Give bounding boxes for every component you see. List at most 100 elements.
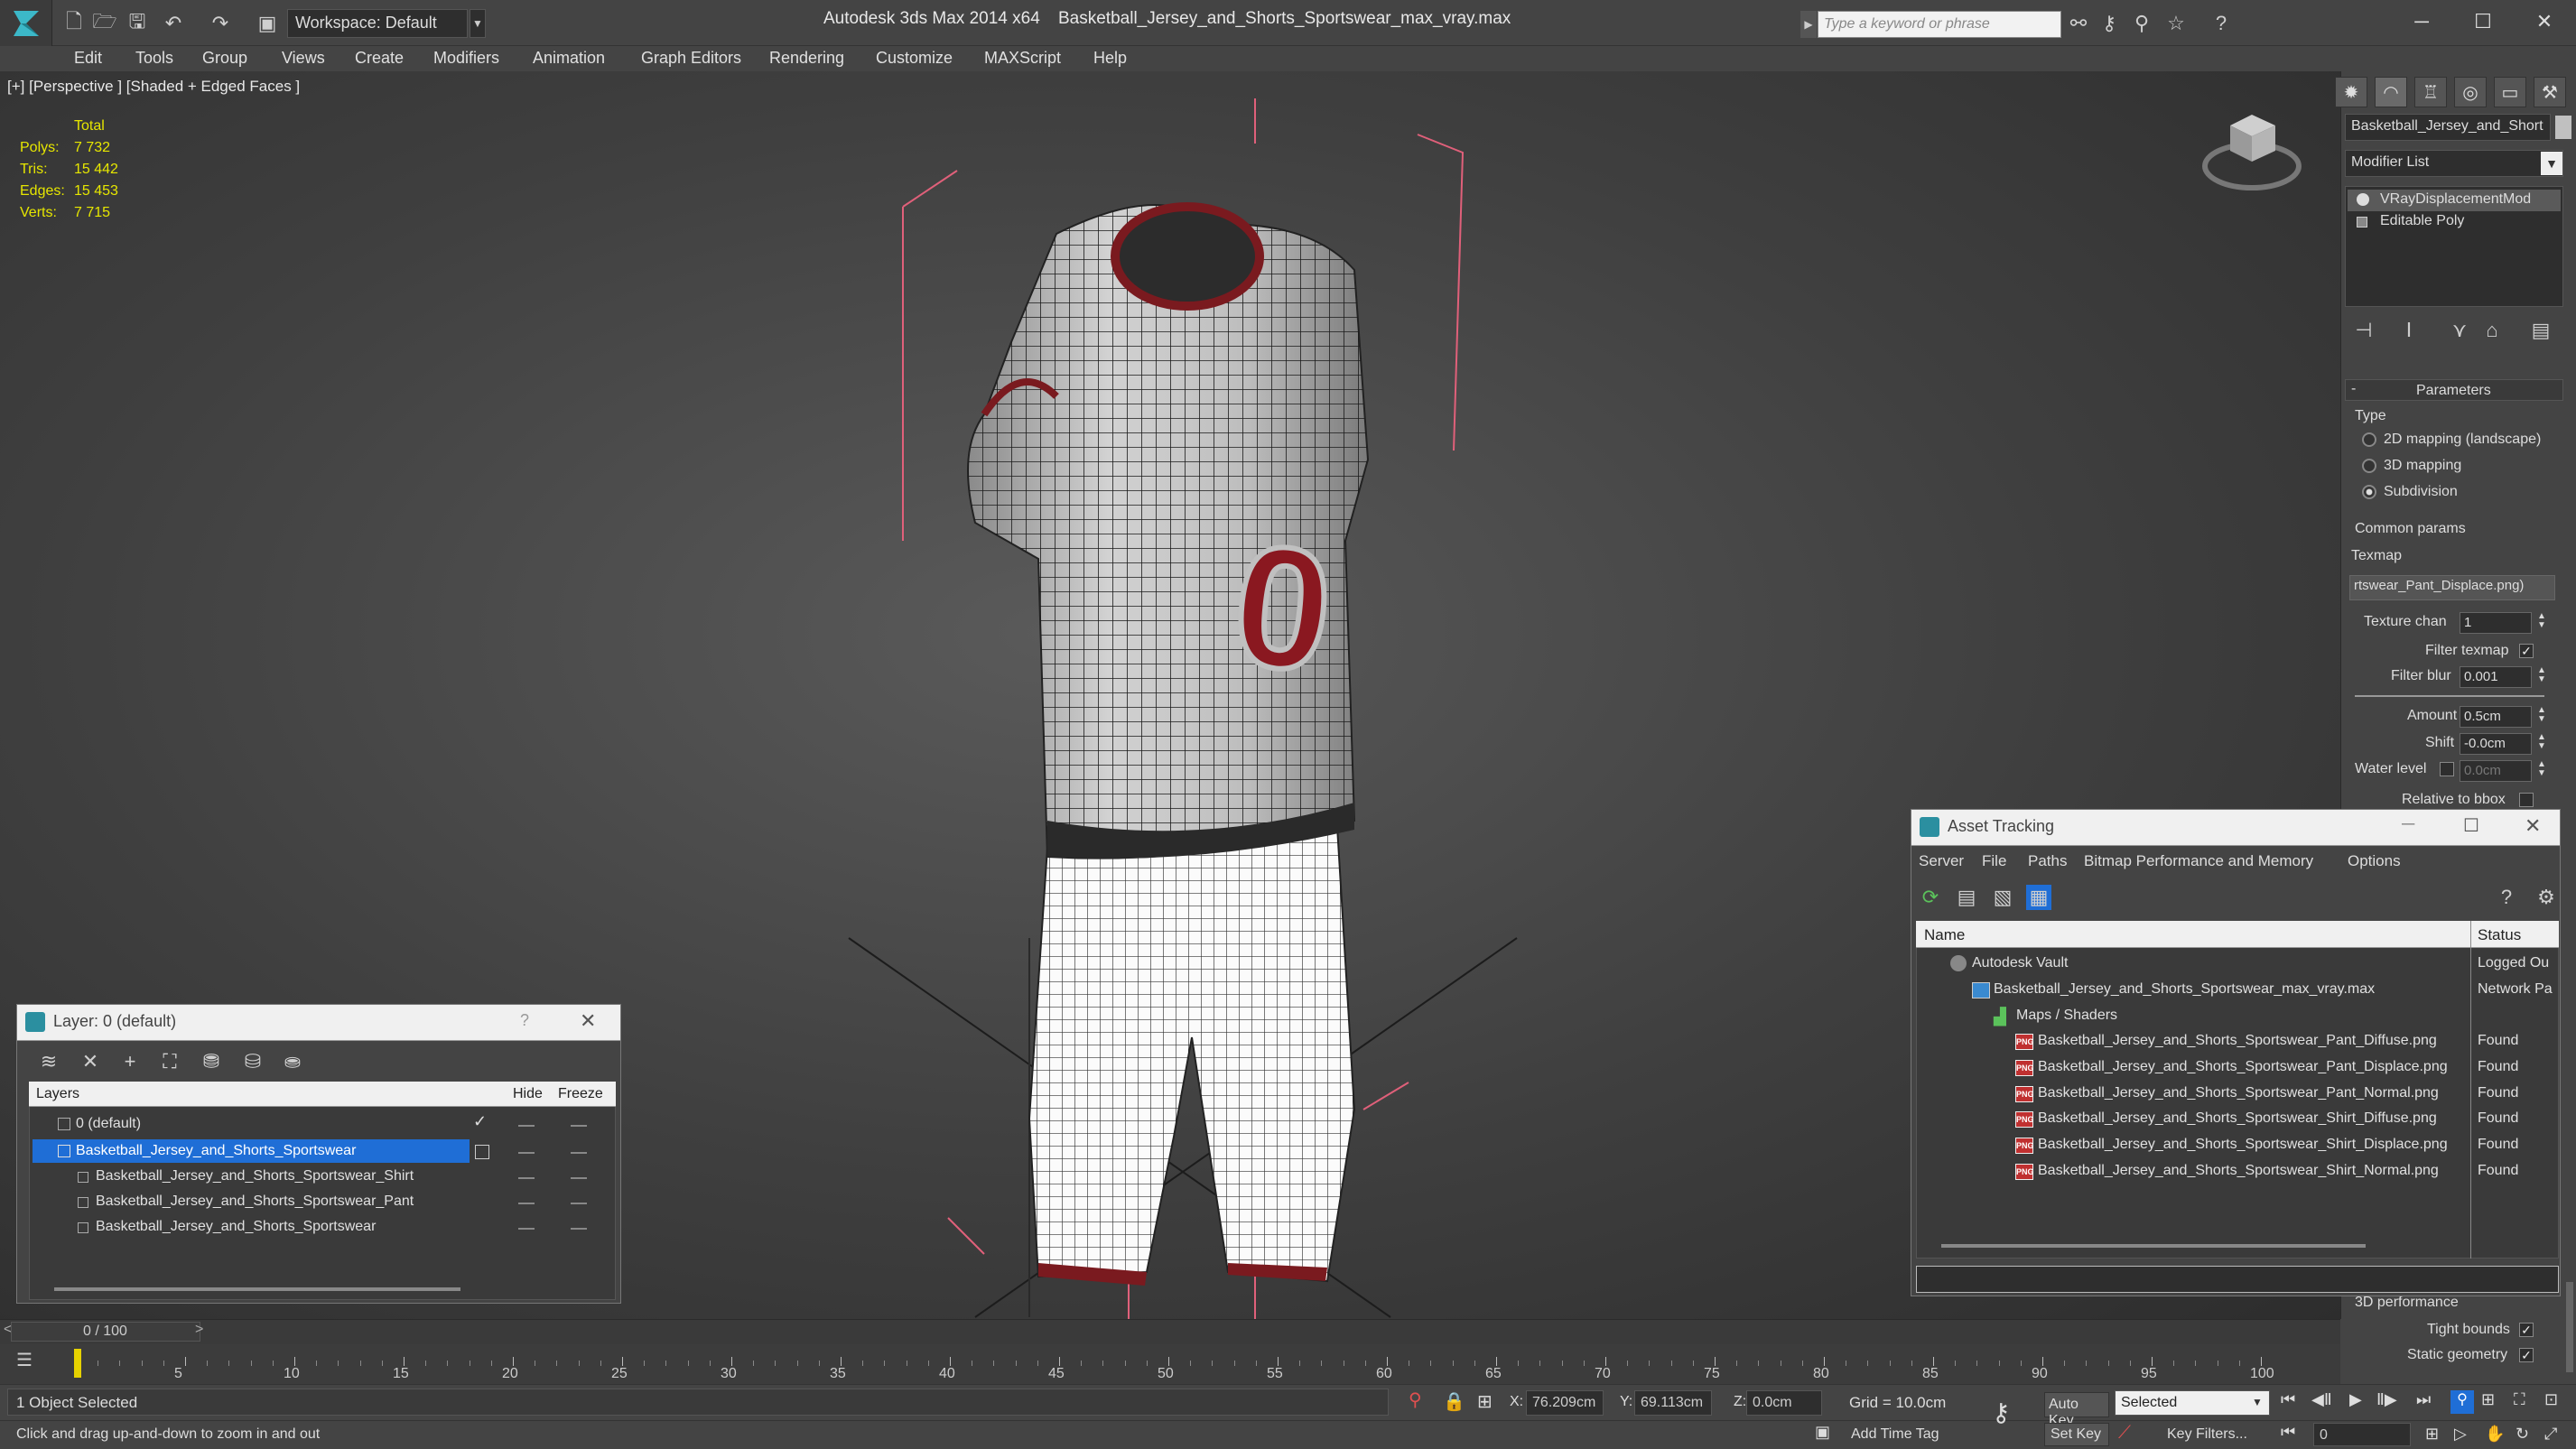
isolate-icon[interactable]: ⚲ [1409,1389,1428,1414]
hide-all-layers-icon[interactable]: ⛁ [240,1049,265,1074]
hide-toggle[interactable] [518,1228,535,1230]
redo-icon[interactable]: ↷ [208,11,233,36]
name-column-header[interactable]: Name [1924,926,1965,944]
key-filters-button[interactable]: Key Filters... [2167,1426,2247,1443]
current-frame-field[interactable]: 0 [2313,1423,2411,1446]
asset-list-scrollbar[interactable] [1941,1244,2366,1248]
relative-bbox-checkbox[interactable] [2519,793,2534,807]
key-selection-dropdown[interactable]: Selected [2115,1390,2270,1416]
asset-window-close-icon[interactable]: ✕ [2525,814,2541,838]
texture-chan-field[interactable]: 1 [2460,612,2532,634]
utilities-tab-icon[interactable]: ⚒ [2534,77,2566,107]
make-unique-icon[interactable]: ⋎ [2447,318,2472,343]
hide-toggle[interactable] [518,1152,535,1154]
time-tag-icon[interactable]: ▣ [1815,1423,1835,1444]
asset-menu-file[interactable]: File [1982,852,2006,870]
shift-spinner-icon[interactable]: ▲ ▼ [2537,733,2546,751]
asset-window-minimize-icon[interactable]: ─ [2402,814,2414,835]
new-layer-icon[interactable]: ≋ [36,1049,61,1074]
menu-maxscript[interactable]: MAXScript [984,46,1061,71]
water-level-spinner-icon[interactable]: ▲ ▼ [2537,760,2546,778]
menu-customize[interactable]: Customize [876,46,953,71]
layer-object-name[interactable]: Basketball_Jersey_and_Shorts_Sportswear [96,1219,376,1244]
menu-animation[interactable]: Animation [533,46,605,71]
show-end-result-icon[interactable]: Ⅰ [2396,318,2422,343]
absolute-mode-icon[interactable]: ⊞ [1477,1390,1497,1416]
add-to-layer-icon[interactable]: + [117,1049,143,1074]
go-to-start-icon[interactable]: ⏮ [2281,1390,2295,1409]
zoom-icon[interactable]: ⚲ [2450,1390,2474,1414]
open-file-icon[interactable]: 🗁 [92,10,117,36]
modifier-list-dropdown[interactable]: Modifier List [2345,150,2563,177]
asset-row-name[interactable]: Autodesk Vault [1972,955,2068,980]
search-input[interactable]: Type a keyword or phrase [1818,11,2061,38]
type-2d-radio[interactable] [2362,432,2376,447]
hierarchy-tab-icon[interactable]: ♖ [2414,77,2447,107]
delete-layer-icon[interactable]: ✕ [78,1049,103,1074]
close-icon[interactable]: ✕ [2525,4,2564,40]
filter-blur-spinner-icon[interactable]: ▲ ▼ [2537,666,2546,684]
amount-spinner-icon[interactable]: ▲ ▼ [2537,706,2546,724]
hide-column-header[interactable]: Hide [513,1086,543,1102]
time-configuration-icon[interactable]: ⊞ [2425,1425,2439,1444]
app-logo-icon[interactable] [0,0,52,46]
binoculars-icon[interactable]: ⚯ [2066,11,2091,36]
zoom-extents-icon[interactable]: ⛶ [2514,1390,2525,1409]
layer-window-help-icon[interactable]: ? [520,1011,529,1030]
menu-group[interactable]: Group [202,46,247,71]
asset-row-name[interactable]: Maps / Shaders [2016,1008,2117,1033]
selection-lock-icon[interactable]: 🔒 [1443,1390,1465,1416]
highlight-selected-layer-icon[interactable]: ⛃ [199,1049,224,1074]
modifier-list-arrow-icon[interactable]: ▼ [2541,152,2562,175]
create-tab-icon[interactable]: ✹ [2335,77,2367,107]
freeze-toggle[interactable] [571,1152,587,1154]
save-file-icon[interactable]: 🖫 [125,10,150,36]
next-frame-icon[interactable]: Ⅱ▶ [2376,1390,2397,1409]
zoom-all-icon[interactable]: ⊞ [2481,1390,2495,1409]
menu-help[interactable]: Help [1093,46,1127,71]
freeze-all-layers-icon[interactable]: ⛂ [280,1049,305,1074]
previous-frame-icon[interactable]: ◀Ⅱ [2311,1390,2332,1409]
static-geometry-checkbox[interactable]: ✓ [2519,1348,2534,1362]
play-icon[interactable]: ▶ [2349,1390,2362,1409]
help-icon[interactable]: ? [2209,11,2234,36]
remove-modifier-icon[interactable]: ⌂ [2479,318,2505,343]
layer-object-name[interactable]: Basketball_Jersey_and_Shorts_Sportswear_… [96,1194,414,1219]
asset-menu-server[interactable]: Server [1919,852,1964,870]
x-coordinate-field[interactable]: 76.209cm [1526,1390,1604,1416]
maximize-viewport-icon[interactable]: ⤢ [2544,1425,2557,1444]
zoom-extents-all-icon[interactable]: ⊡ [2544,1390,2558,1409]
asset-row-name[interactable]: Basketball_Jersey_and_Shorts_Sportswear_… [2038,1163,2439,1188]
undo-icon[interactable]: ↶ [161,11,186,36]
menu-edit[interactable]: Edit [74,46,102,71]
minimize-icon[interactable]: ─ [2402,4,2441,40]
hide-toggle[interactable] [518,1125,535,1127]
type-3d-radio[interactable] [2362,459,2376,473]
menu-rendering[interactable]: Rendering [769,46,844,71]
lightbulb-icon[interactable] [2357,193,2369,206]
menu-create[interactable]: Create [355,46,404,71]
asset-menu-paths[interactable]: Paths [2028,852,2067,870]
freeze-toggle[interactable] [571,1203,587,1204]
current-layer-check-icon[interactable]: ✓ [473,1112,487,1131]
asset-row-name[interactable]: Basketball_Jersey_and_Shorts_Sportswear_… [2038,1137,2448,1162]
viewport-label[interactable]: [+] [Perspective ] [Shaded + Edged Faces… [7,78,300,96]
set-key-icon[interactable]: ⚷ [1992,1398,2028,1434]
display-tab-icon[interactable]: ▭ [2494,77,2526,107]
layer-object-name[interactable]: Basketball_Jersey_and_Shorts_Sportswear_… [96,1168,414,1194]
z-coordinate-field[interactable]: 0.0cm [1746,1390,1822,1416]
freeze-toggle[interactable] [571,1228,587,1230]
auto-key-button[interactable]: Auto Key [2044,1392,2109,1428]
stack-item-editable-poly[interactable]: Editable Poly [2348,211,2561,233]
texmap-button[interactable]: rtswear_Pant_Displace.png) [2349,575,2555,600]
asset-row-name[interactable]: Basketball_Jersey_and_Shorts_Sportswear_… [2038,1033,2437,1058]
add-time-tag[interactable]: Add Time Tag [1851,1426,1939,1443]
freeze-toggle[interactable] [571,1177,587,1179]
menu-views[interactable]: Views [282,46,325,71]
key-icon[interactable]: ⚷ [2097,11,2122,36]
object-name-field[interactable]: Basketball_Jersey_and_Short [2345,114,2551,141]
amount-field[interactable]: 0.5cm [2460,706,2532,728]
table-view-icon[interactable]: ▦ [2026,885,2051,910]
freeze-toggle[interactable] [571,1125,587,1127]
pin-stack-icon[interactable]: ⊣ [2351,318,2376,343]
